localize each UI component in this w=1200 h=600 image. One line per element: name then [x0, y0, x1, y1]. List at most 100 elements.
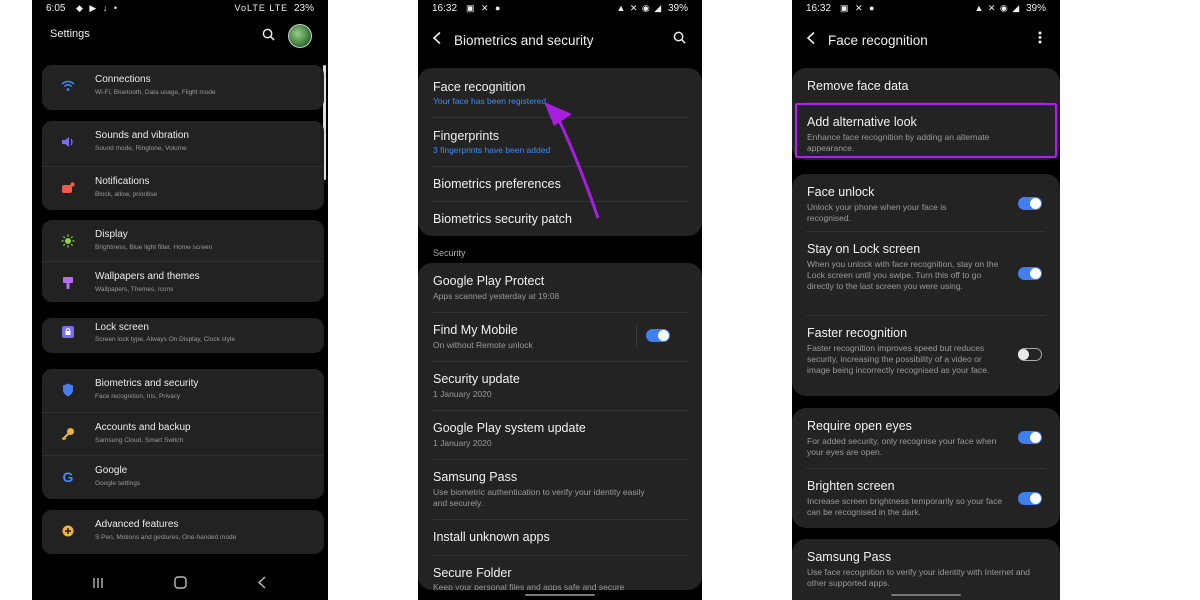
item-title: Face recognition — [433, 80, 526, 94]
card-advanced: Advanced features S Pen, Motions and ges… — [42, 510, 324, 554]
wifi-icon — [60, 78, 76, 94]
card-lock: Lock screen Screen lock type, Always On … — [42, 318, 324, 353]
item-subtitle: Wallpapers, Themes, Icons — [95, 286, 174, 293]
item-subtitle: Block, allow, prioritise — [95, 191, 158, 198]
back-icon[interactable] — [257, 576, 267, 592]
item-subtitle: S Pen, Motions and gestures, One-handed … — [95, 534, 237, 541]
back-arrow-icon[interactable] — [806, 31, 816, 49]
notification-icons: ▣ ✕ ● — [466, 3, 503, 13]
item-title: Notifications — [95, 176, 150, 187]
google-play-system-update-item[interactable]: Google Play system update 1 January 2020 — [418, 410, 702, 459]
battery-level: 39% — [1025, 3, 1046, 14]
item-subtitle: Apps scanned yesterday at 19:08 — [433, 291, 560, 301]
find-my-mobile-toggle[interactable] — [646, 329, 670, 342]
shield-icon — [60, 382, 76, 398]
home-icon[interactable] — [174, 576, 187, 592]
notification-icons: ◆ ▶ ↓ • — [76, 3, 119, 13]
settings-item-sounds[interactable]: Sounds and vibration Sound mode, Rington… — [42, 121, 324, 166]
item-title: Secure Folder — [433, 566, 512, 580]
require-open-eyes-toggle[interactable] — [1018, 431, 1042, 444]
home-indicator[interactable] — [891, 594, 961, 596]
recent-apps-icon[interactable] — [92, 576, 104, 592]
settings-item-connections[interactable]: Connections Wi-Fi, Bluetooth, Data usage… — [42, 65, 324, 110]
item-title: Connections — [95, 74, 151, 85]
face-unlock-toggle[interactable] — [1018, 197, 1042, 210]
brighten-screen-item[interactable]: Brighten screen Increase screen brightne… — [792, 468, 1060, 528]
item-title: Wallpapers and themes — [95, 271, 200, 282]
face-recognition-screen: 16:32 ▣ ✕ ● ▲ ✕ ◉ ◢ 39% Face recognition… — [792, 0, 1060, 600]
item-subtitle: Faster recognition improves speed but re… — [807, 343, 990, 375]
item-subtitle: Samsung Cloud, Smart Switch — [95, 437, 184, 444]
key-icon — [60, 426, 76, 442]
item-subtitle: Brightness, Blue light filter, Home scre… — [95, 244, 213, 251]
toggle-knob — [1030, 432, 1041, 443]
stay-on-lock-screen-toggle[interactable] — [1018, 267, 1042, 280]
security-update-item[interactable]: Security update 1 January 2020 — [418, 361, 702, 410]
faster-recognition-item[interactable]: Faster recognition Faster recognition im… — [792, 315, 1060, 396]
status-time: 16:32 — [806, 3, 832, 14]
settings-item-advanced[interactable]: Advanced features S Pen, Motions and ges… — [42, 510, 324, 554]
page-title: Biometrics and security — [454, 33, 594, 48]
settings-item-biometrics[interactable]: Biometrics and security Face recognition… — [42, 369, 324, 412]
item-title: Install unknown apps — [433, 530, 550, 544]
more-options-icon[interactable] — [1038, 31, 1042, 47]
stay-on-lock-screen-item[interactable]: Stay on Lock screen When you unlock with… — [792, 231, 1060, 315]
remove-face-data-item[interactable]: Remove face data — [792, 68, 1060, 102]
navigation-bar — [32, 570, 328, 600]
google-play-protect-item[interactable]: Google Play Protect Apps scanned yesterd… — [418, 263, 702, 312]
avatar[interactable] — [288, 24, 312, 48]
samsung-pass-item[interactable]: Samsung Pass Use face recognition to ver… — [792, 539, 1060, 600]
divider — [636, 324, 637, 348]
unlock-settings-card: Face unlock Unlock your phone when your … — [792, 174, 1060, 396]
item-subtitle: For added security, only recognise your … — [807, 436, 997, 457]
lock-icon — [60, 324, 76, 340]
paintbrush-icon — [60, 275, 76, 291]
install-unknown-apps-item[interactable]: Install unknown apps — [418, 519, 702, 555]
toggle-knob — [1030, 198, 1041, 209]
status-time: 6:05 — [46, 3, 66, 14]
search-icon[interactable] — [673, 31, 686, 47]
item-title: Find My Mobile — [433, 323, 518, 337]
back-arrow-icon[interactable] — [432, 31, 442, 49]
samsung-pass-item[interactable]: Samsung Pass Use biometric authenticatio… — [418, 459, 702, 519]
item-title: Faster recognition — [807, 326, 908, 340]
settings-item-lock-screen[interactable]: Lock screen Screen lock type, Always On … — [42, 318, 324, 353]
brighten-screen-toggle[interactable] — [1018, 492, 1042, 505]
item-subtitle: 1 January 2020 — [433, 389, 492, 399]
notification-icons: ▣ ✕ ● — [840, 3, 877, 13]
home-indicator[interactable] — [525, 594, 595, 596]
settings-item-wallpapers[interactable]: Wallpapers and themes Wallpapers, Themes… — [42, 261, 324, 302]
card-sounds: Sounds and vibration Sound mode, Rington… — [42, 121, 324, 210]
settings-item-google[interactable]: G Google Google settings — [42, 455, 324, 498]
status-right: ▲ ✕ ◉ ◢ 39% — [616, 3, 688, 14]
faster-recognition-toggle[interactable] — [1018, 348, 1042, 361]
google-icon: G — [62, 469, 74, 485]
settings-item-accounts[interactable]: Accounts and backup Samsung Cloud, Smart… — [42, 412, 324, 455]
item-title: Accounts and backup — [95, 422, 191, 433]
settings-item-notifications[interactable]: Notifications Block, allow, prioritise — [42, 166, 324, 211]
require-open-eyes-item[interactable]: Require open eyes For added security, on… — [792, 408, 1060, 468]
item-title: Biometrics and security — [95, 378, 199, 389]
item-title: Samsung Pass — [807, 550, 892, 564]
settings-screen: 6:05 ◆ ▶ ↓ • VoLTE LTE 23% Settings Conn… — [32, 0, 328, 600]
search-icon[interactable] — [262, 28, 275, 44]
face-unlock-item[interactable]: Face unlock Unlock your phone when your … — [792, 174, 1060, 231]
item-title: Samsung Pass — [433, 470, 518, 484]
network-icon: VoLTE LTE — [234, 3, 289, 13]
battery-level: 23% — [293, 3, 314, 14]
app-bar: Biometrics and security — [418, 28, 702, 56]
find-my-mobile-item[interactable]: Find My Mobile On without Remote unlock — [418, 312, 702, 361]
toggle-knob — [1018, 349, 1029, 360]
item-subtitle: When you unlock with face recognition, s… — [807, 259, 999, 291]
biometrics-security-screen: 16:32 ▣ ✕ ● ▲ ✕ ◉ ◢ 39% Biometrics and s… — [418, 0, 702, 600]
item-subtitle: Increase screen brightness temporarily s… — [807, 496, 1003, 517]
settings-item-display[interactable]: Display Brightness, Blue light filter, H… — [42, 220, 324, 261]
eyes-brightness-card: Require open eyes For added security, on… — [792, 408, 1060, 528]
item-subtitle: Wi-Fi, Bluetooth, Data usage, Flight mod… — [95, 89, 216, 96]
secure-folder-item[interactable]: Secure Folder Keep your personal files a… — [418, 555, 702, 590]
card-display: Display Brightness, Blue light filter, H… — [42, 220, 324, 302]
item-title: Google — [95, 465, 128, 476]
status-right: ▲ ✕ ◉ ◢ 39% — [974, 3, 1046, 14]
item-title: Brighten screen — [807, 479, 895, 493]
page-title: Settings — [50, 28, 90, 40]
